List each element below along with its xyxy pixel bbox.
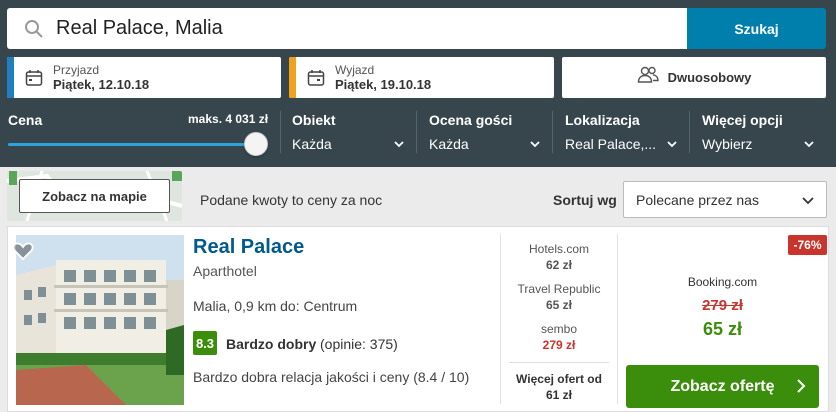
filter-divider (416, 111, 417, 153)
room-type-selector[interactable]: Dwuosobowy (562, 57, 826, 98)
checkin-value: Piątek, 12.10.18 (53, 76, 150, 92)
view-offer-label: Zobacz ofertę (670, 377, 775, 395)
best-price: 65 zł (702, 319, 743, 339)
more-offers-price: 61 zł (545, 388, 572, 402)
calendar-icon (307, 69, 325, 87)
more-options-label: Więcej opcji (702, 112, 783, 128)
checkin-label: Przyjazd (53, 62, 100, 77)
price-filter-label: Cena (8, 112, 43, 128)
view-offer-button[interactable]: Zobacz ofertę (626, 365, 819, 408)
object-filter-label: Obiekt (292, 112, 336, 128)
checkout-label: Wyjazd (335, 62, 375, 77)
price-info-text: Podane kwoty to ceny za noc (200, 192, 383, 208)
deal-item[interactable]: Hotels.com 62 zł (504, 242, 614, 272)
best-deal-provider: Booking.com (687, 275, 758, 289)
hotel-type: Aparthotel (193, 263, 257, 279)
deal-item[interactable]: sembo 279 zł (504, 322, 614, 352)
location-filter-label: Lokalizacja (565, 112, 640, 128)
filter-divider (280, 111, 281, 153)
search-row: Szukaj (7, 8, 826, 49)
deal-price: 62 zł (545, 258, 572, 272)
hotel-image[interactable] (16, 235, 184, 405)
deal-provider: sembo (540, 322, 578, 336)
price-slider-track[interactable] (8, 143, 260, 146)
price-filter-max: maks. 4 031 zł (188, 112, 269, 126)
sort-select-value: Polecane przez nas (636, 191, 759, 208)
sort-label: Sortuj wg (553, 192, 617, 208)
more-options-value[interactable]: Wybierz (702, 136, 752, 152)
column-divider (617, 234, 618, 404)
view-map-button[interactable]: Zobacz na mapie (19, 179, 170, 213)
rating-score-badge: 8.3 (193, 331, 217, 355)
chevron-down-icon[interactable] (530, 139, 540, 149)
value-for-money-text: Bardzo dobra relacja jakości i ceny (8.4… (193, 369, 470, 385)
column-divider (500, 234, 501, 404)
checkin-accent-bar (7, 57, 14, 98)
chevron-right-icon (797, 379, 806, 393)
chevron-down-icon[interactable] (804, 139, 814, 149)
chevron-down-icon (802, 197, 814, 205)
hotel-name[interactable]: Real Palace (193, 236, 304, 259)
checkout-accent-bar (289, 57, 296, 98)
rating-text: Bardzo dobry (226, 336, 317, 352)
deal-price: 65 zł (545, 298, 572, 312)
room-type-value: Dwuosobowy (667, 70, 752, 85)
checkout-date-picker[interactable]: Wyjazd Piątek, 19.10.18 (289, 57, 554, 98)
search-box[interactable] (7, 8, 687, 49)
filter-divider (552, 111, 553, 153)
old-price: 279 zł (702, 297, 743, 314)
more-offers-link[interactable]: Więcej ofert od 61 zł (509, 362, 609, 402)
search-input[interactable] (56, 17, 616, 40)
rating-filter-label: Ocena gości (429, 112, 513, 128)
price-slider-handle[interactable] (244, 132, 268, 156)
heart-icon[interactable] (12, 241, 34, 261)
deal-provider: Hotels.com (528, 242, 590, 256)
filter-divider (689, 111, 690, 153)
chevron-down-icon[interactable] (667, 139, 677, 149)
rating-count[interactable]: (opinie: 375) (320, 336, 398, 352)
users-icon (637, 66, 659, 89)
deal-price: 279 zł (542, 338, 576, 352)
hotel-location: Malia, 0,9 km do: Centrum (193, 298, 358, 314)
rating-filter-value[interactable]: Każda (429, 136, 469, 152)
chevron-down-icon[interactable] (394, 139, 404, 149)
object-filter-value[interactable]: Każda (292, 136, 332, 152)
more-offers-label: Więcej ofert od (516, 372, 602, 386)
checkin-date-picker[interactable]: Przyjazd Piątek, 12.10.18 (7, 57, 281, 98)
search-icon (24, 19, 44, 39)
map-preview[interactable]: Zobacz na mapie (7, 171, 182, 221)
deal-provider: Travel Republic (517, 282, 601, 296)
deal-item[interactable]: Travel Republic 65 zł (504, 282, 614, 312)
discount-badge: -76% (788, 235, 827, 255)
search-button[interactable]: Szukaj (687, 8, 826, 49)
sort-select[interactable]: Polecane przez nas (623, 181, 827, 218)
calendar-icon (25, 69, 43, 87)
location-filter-value[interactable]: Real Palace,... (565, 136, 656, 152)
checkout-value: Piątek, 19.10.18 (335, 76, 432, 92)
